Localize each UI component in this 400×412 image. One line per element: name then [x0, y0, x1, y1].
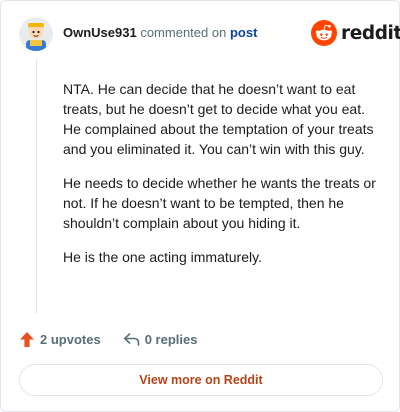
reddit-snoo-icon: [311, 20, 337, 46]
upvote-arrow-icon: [20, 332, 34, 347]
comment-body: NTA. He can decide that he doesn’t want …: [63, 79, 381, 281]
comment-header: OwnUse931 commented on post: [63, 25, 257, 41]
commented-on-text: commented on: [140, 25, 227, 40]
post-link[interactable]: post: [230, 25, 257, 40]
username-link[interactable]: OwnUse931: [63, 25, 137, 40]
upvote-count: 2 upvotes: [40, 332, 101, 347]
comment-paragraph: He is the one acting immaturely.: [63, 249, 262, 265]
comment-paragraph: NTA. He can decide that he doesn’t want …: [63, 81, 374, 157]
reply-button[interactable]: 0 replies: [123, 332, 198, 347]
comment-paragraph: He needs to decide whether he wants the …: [63, 175, 376, 231]
reply-count: 0 replies: [144, 332, 198, 347]
view-more-button[interactable]: View more on Reddit: [19, 364, 383, 396]
avatar-icon: [19, 17, 53, 51]
comment-actions: 2 upvotes 0 replies: [19, 331, 197, 348]
upvote-button[interactable]: 2 upvotes: [19, 331, 101, 348]
user-avatar[interactable]: [19, 17, 53, 51]
reply-arrow-icon: [123, 333, 139, 346]
reddit-wordmark: reddit: [341, 22, 400, 44]
reddit-logo[interactable]: reddit: [311, 20, 400, 46]
thread-line: [36, 59, 37, 314]
comment-embed-card: OwnUse931 commented on post reddit NTA. …: [0, 0, 400, 412]
